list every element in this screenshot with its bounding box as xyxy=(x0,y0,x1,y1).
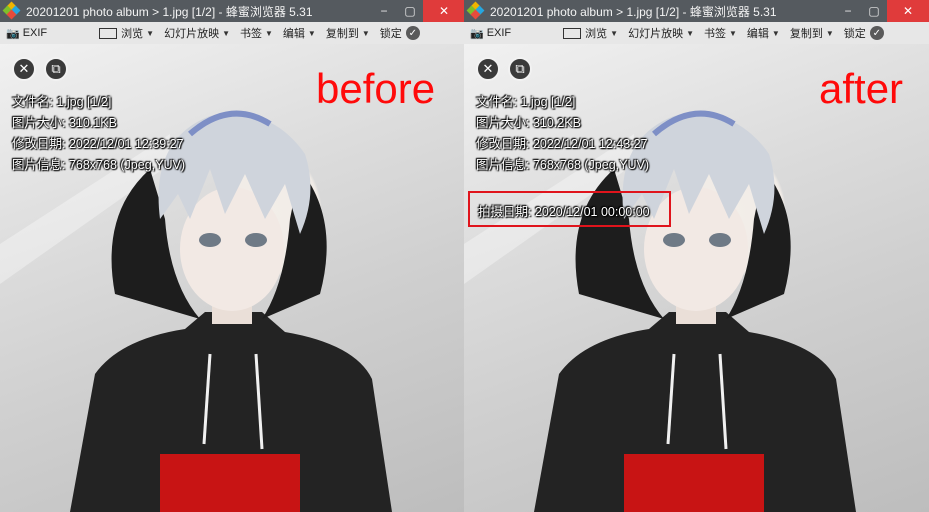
caret-down-icon: ▼ xyxy=(222,28,230,38)
caret-down-icon: ▼ xyxy=(825,28,834,38)
browse-label: 浏览 xyxy=(121,28,144,40)
slideshow-menu[interactable]: 幻灯片放映 ▼ xyxy=(164,25,230,41)
shot-date-highlight-box xyxy=(468,191,671,227)
lock-toggle[interactable]: 锁定 ✓ xyxy=(844,25,884,41)
close-window-button[interactable]: ✕ xyxy=(887,0,929,22)
camera-icon: 📷 xyxy=(470,27,484,40)
edit-menu[interactable]: 编辑 ▼ xyxy=(747,25,780,41)
caret-down-icon: ▼ xyxy=(610,28,619,38)
minimize-icon[interactable]: − xyxy=(835,0,861,22)
toolbar: 📷 EXIF 浏览 ▼ 幻灯片放映 ▼ 书签 ▼ 编辑 ▼ 复制到 ▼ 锁定 ✓ xyxy=(464,22,929,45)
bookmark-label: 书签 xyxy=(704,28,726,40)
close-window-button[interactable]: ✕ xyxy=(423,0,465,22)
exif-button[interactable]: 📷 EXIF xyxy=(6,27,47,40)
edit-label: 编辑 xyxy=(282,28,305,40)
browse-label: 浏览 xyxy=(585,28,608,40)
copy-to-menu[interactable]: 复制到 ▼ xyxy=(326,25,370,41)
slideshow-menu[interactable]: 幻灯片放映 ▼ xyxy=(628,25,694,41)
camera-icon: 📷 xyxy=(6,27,20,40)
bookmark-menu[interactable]: 书签 ▼ xyxy=(704,25,737,41)
caret-down-icon: ▼ xyxy=(361,28,370,38)
lock-label: 锁定 xyxy=(843,28,866,40)
window-title: 20201201 photo album > 1.jpg [1/2] - 蜂蜜浏… xyxy=(26,4,313,19)
browse-menu[interactable]: 浏览 ▼ xyxy=(99,25,154,41)
check-icon: ✓ xyxy=(405,26,420,40)
copy-icon[interactable]: ⧉ xyxy=(44,57,68,81)
app-logo-icon xyxy=(466,1,485,20)
slideshow-label: 幻灯片放映 xyxy=(164,28,220,40)
before-after-comparison: 20201201 photo album > 1.jpg [1/2] - 蜂蜜浏… xyxy=(0,0,929,512)
copy-to-menu[interactable]: 复制到 ▼ xyxy=(790,25,834,41)
filmstrip-icon xyxy=(99,27,118,39)
exif-label: EXIF xyxy=(486,27,512,39)
caret-down-icon: ▼ xyxy=(686,28,694,38)
before-pane: 20201201 photo album > 1.jpg [1/2] - 蜂蜜浏… xyxy=(0,0,465,512)
slideshow-label: 幻灯片放映 xyxy=(628,28,684,40)
app-logo-icon xyxy=(2,1,21,20)
lock-label: 锁定 xyxy=(379,28,402,40)
modified-date-text: 修改日期: 2022/12/01 12:39:27 xyxy=(12,137,184,151)
caret-down-icon: ▼ xyxy=(729,28,737,38)
after-label: after xyxy=(819,65,904,112)
copy-icon[interactable]: ⧉ xyxy=(508,57,532,81)
image-info-text: 图片信息: 768x768 (Jpeg,YUV) xyxy=(12,158,185,172)
caret-down-icon: ▼ xyxy=(146,28,155,38)
image-viewer[interactable]: ✕ ⧉ 文件名: 1.jpg [1/2] 图片大小: 310.2KB 修改日期:… xyxy=(464,44,929,512)
bookmark-menu[interactable]: 书签 ▼ xyxy=(240,25,273,41)
lock-toggle[interactable]: 锁定 ✓ xyxy=(380,25,420,41)
before-label: before xyxy=(316,65,436,112)
toolbar: 📷 EXIF 浏览 ▼ 幻灯片放映 ▼ 书签 ▼ 编辑 ▼ 复制到 ▼ 锁定 ✓ xyxy=(0,22,465,45)
close-icon[interactable]: ✕ xyxy=(476,57,500,81)
edit-label: 编辑 xyxy=(746,28,769,40)
edit-menu[interactable]: 编辑 ▼ xyxy=(283,25,316,41)
restore-icon[interactable]: ▢ xyxy=(397,0,423,22)
copy-to-label: 复制到 xyxy=(789,28,823,40)
exif-button[interactable]: 📷 EXIF xyxy=(470,27,511,40)
exif-label: EXIF xyxy=(22,27,48,39)
caret-down-icon: ▼ xyxy=(307,28,316,38)
exif-info-panel: 文件名: 1.jpg [1/2] 图片大小: 310.2KB 修改日期: 202… xyxy=(476,92,649,176)
restore-icon[interactable]: ▢ xyxy=(861,0,887,22)
title-bar: 20201201 photo album > 1.jpg [1/2] - 蜂蜜浏… xyxy=(464,0,929,22)
image-viewer[interactable]: ✕ ⧉ 文件名: 1.jpg [1/2] 图片大小: 310.1KB 修改日期:… xyxy=(0,44,465,512)
image-info-text: 图片信息: 768x768 (Jpeg,YUV) xyxy=(476,158,649,172)
exif-info-panel: 文件名: 1.jpg [1/2] 图片大小: 310.1KB 修改日期: 202… xyxy=(12,92,185,176)
bookmark-label: 书签 xyxy=(240,28,262,40)
copy-to-label: 复制到 xyxy=(325,28,359,40)
file-name-text: 文件名: 1.jpg [1/2] xyxy=(12,95,112,109)
caret-down-icon: ▼ xyxy=(265,28,273,38)
title-bar: 20201201 photo album > 1.jpg [1/2] - 蜂蜜浏… xyxy=(0,0,465,22)
file-size-text: 图片大小: 310.1KB xyxy=(12,116,117,130)
file-name-text: 文件名: 1.jpg [1/2] xyxy=(476,95,576,109)
window-title: 20201201 photo album > 1.jpg [1/2] - 蜂蜜浏… xyxy=(490,4,777,19)
close-icon[interactable]: ✕ xyxy=(12,57,36,81)
modified-date-text: 修改日期: 2022/12/01 12:43:27 xyxy=(476,137,648,151)
check-icon: ✓ xyxy=(869,26,884,40)
filmstrip-icon xyxy=(563,27,582,39)
minimize-icon[interactable]: − xyxy=(371,0,397,22)
caret-down-icon: ▼ xyxy=(771,28,780,38)
file-size-text: 图片大小: 310.2KB xyxy=(476,116,581,130)
browse-menu[interactable]: 浏览 ▼ xyxy=(563,25,618,41)
after-pane: 20201201 photo album > 1.jpg [1/2] - 蜂蜜浏… xyxy=(464,0,929,512)
